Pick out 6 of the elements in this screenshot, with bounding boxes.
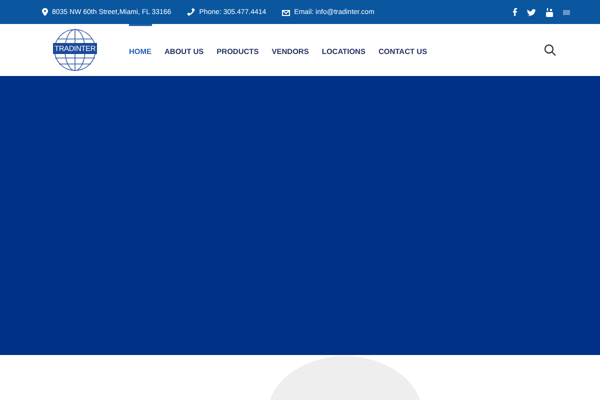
map-pin-icon [42, 8, 48, 16]
facebook-icon[interactable] [513, 8, 517, 16]
search-icon[interactable] [544, 44, 556, 56]
phone-icon [187, 8, 196, 16]
envelope-icon [282, 8, 290, 16]
twitter-icon[interactable] [527, 8, 536, 16]
